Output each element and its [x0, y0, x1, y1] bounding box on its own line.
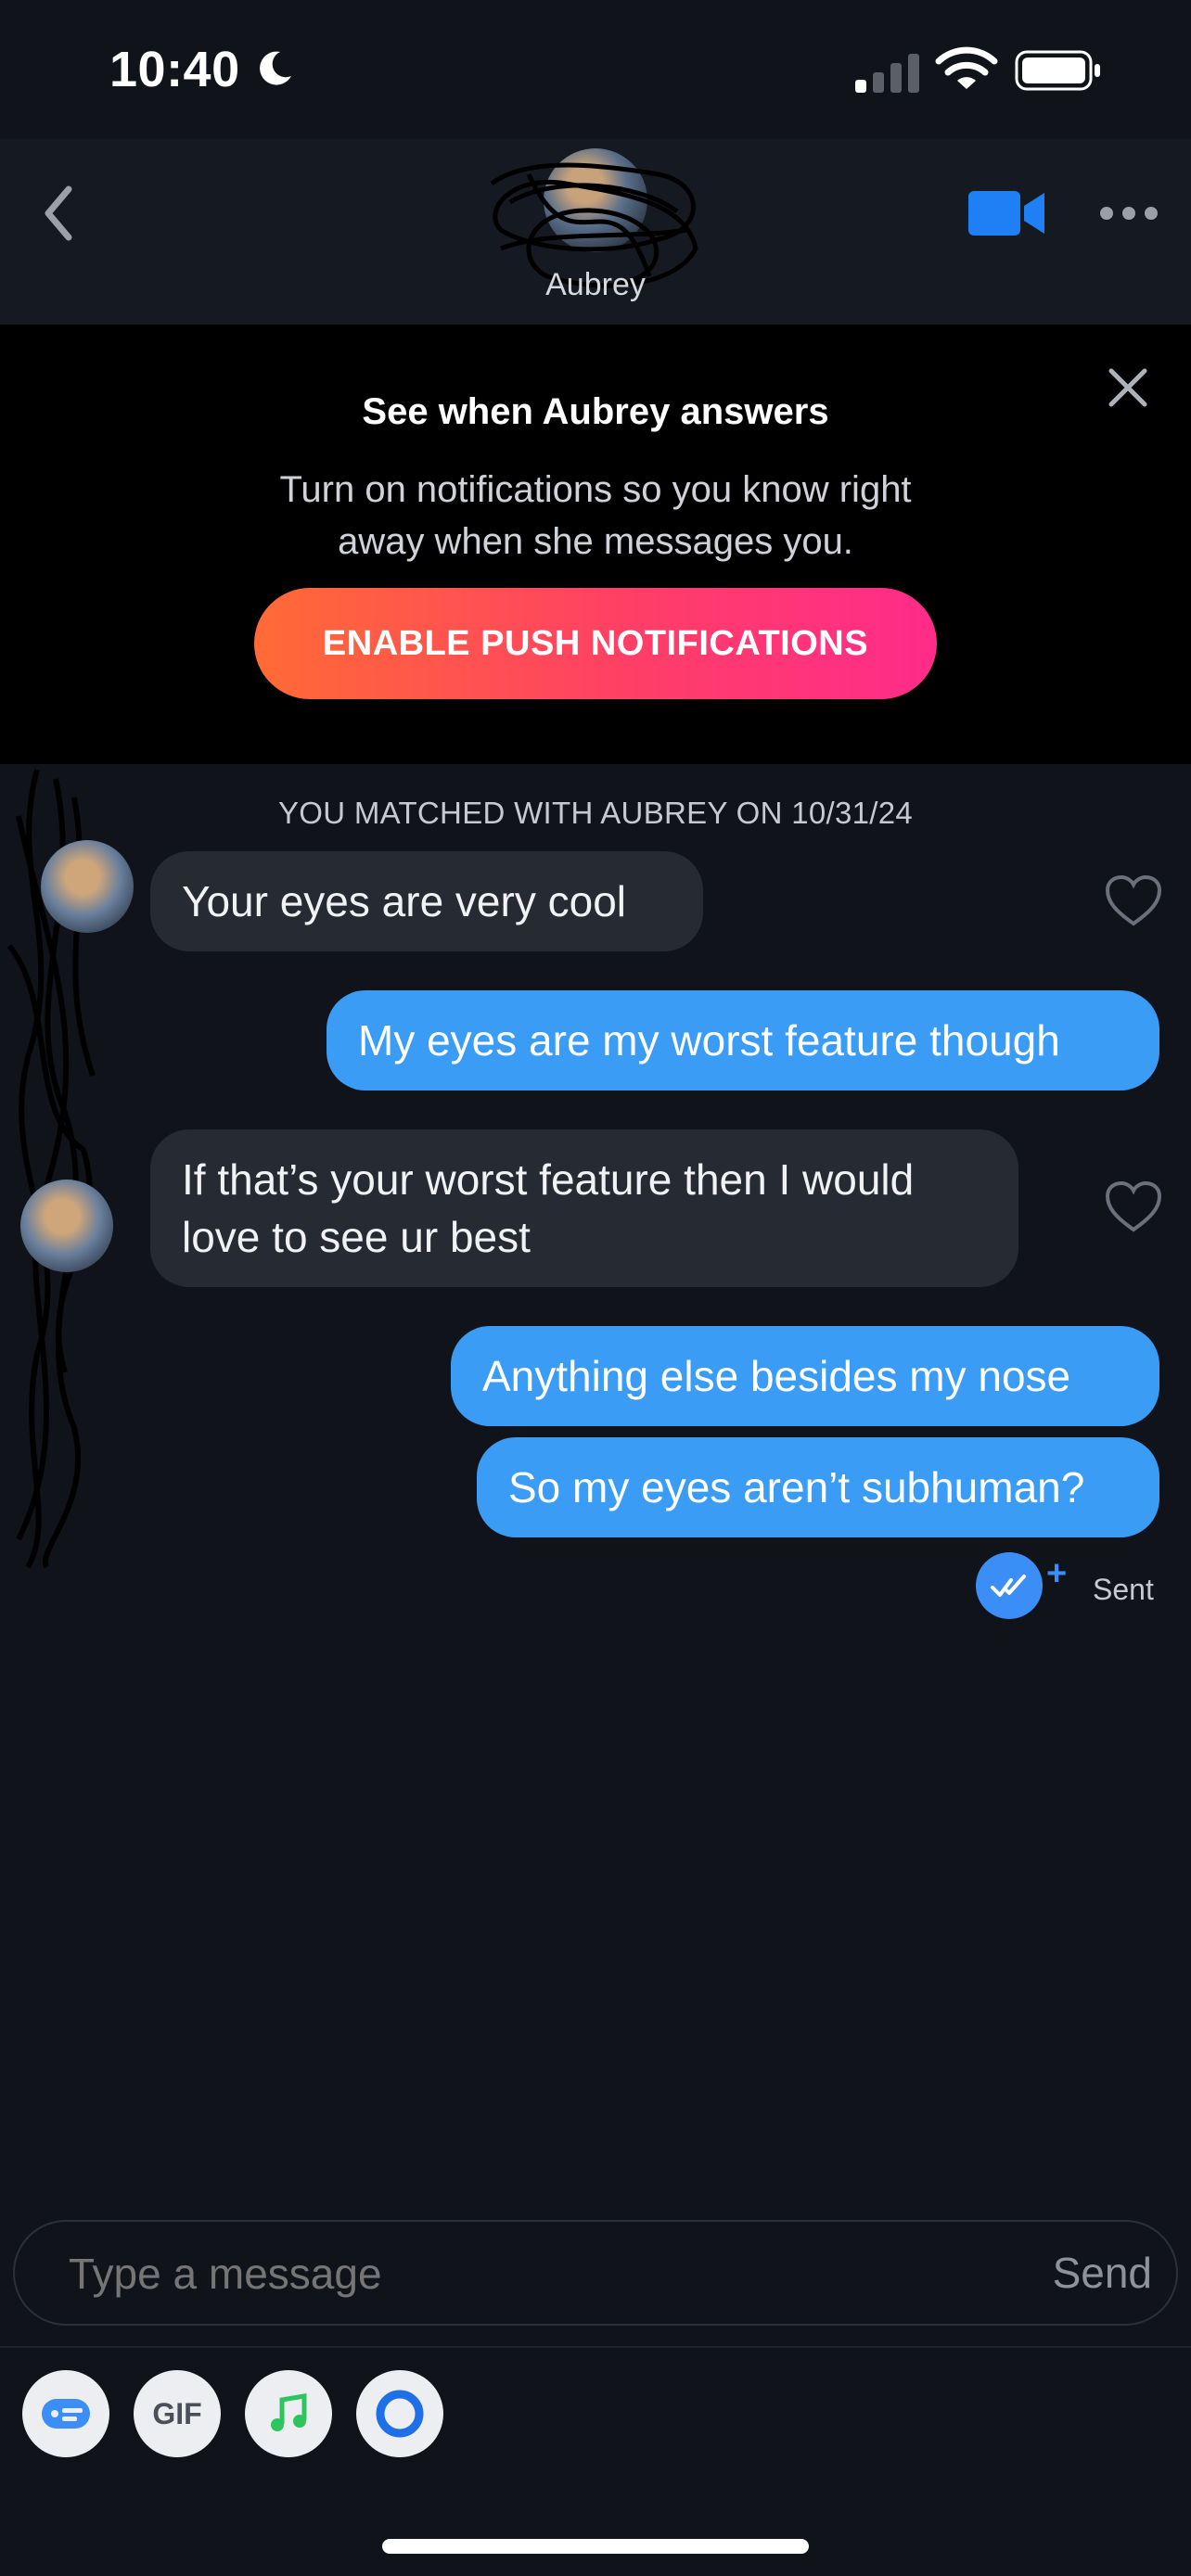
- gif-icon: GIF: [152, 2396, 202, 2430]
- moon-icon: [260, 51, 291, 85]
- video-call-icon[interactable]: [967, 187, 1046, 239]
- send-button[interactable]: Send: [1053, 2222, 1152, 2324]
- message-input[interactable]: [67, 2222, 905, 2326]
- notification-banner: See when Aubrey answers Turn on notifica…: [0, 325, 1191, 764]
- message-bubble-outgoing[interactable]: My eyes are my worst feature though: [327, 990, 1159, 1090]
- music-button[interactable]: [245, 2370, 332, 2457]
- ring-button[interactable]: [356, 2370, 443, 2457]
- match-avatar-small[interactable]: [41, 840, 134, 933]
- home-indicator: [382, 2539, 809, 2554]
- ring-icon: [376, 2390, 424, 2438]
- message-bubble-incoming[interactable]: If that’s your worst feature then I woul…: [150, 1129, 1018, 1287]
- more-options-icon[interactable]: [1098, 204, 1159, 223]
- message-bubble-outgoing[interactable]: So my eyes aren’t subhuman?: [477, 1437, 1159, 1537]
- gif-button[interactable]: GIF: [134, 2370, 221, 2457]
- banner-title: See when Aubrey answers: [362, 391, 829, 432]
- sent-status: Sent: [1093, 1573, 1154, 1606]
- heart-icon[interactable]: [1104, 1180, 1163, 1235]
- battery-icon: [1015, 50, 1100, 91]
- chat-header: Aubrey: [0, 139, 1191, 325]
- enable-push-notifications-button[interactable]: ENABLE PUSH NOTIFICATIONS: [254, 588, 937, 699]
- match-avatar-small[interactable]: [20, 1180, 113, 1272]
- message-composer: Send: [13, 2220, 1178, 2326]
- status-time: 10:40: [109, 42, 240, 97]
- match-name[interactable]: Aubrey: [0, 267, 1191, 303]
- sticker-icon: [42, 2399, 90, 2429]
- toolbar-divider: [0, 2346, 1191, 2348]
- double-check-icon: [991, 1575, 1026, 1597]
- read-receipt-icon: [976, 1552, 1043, 1619]
- receipt-plus: +: [1046, 1554, 1068, 1593]
- message-bubble-outgoing[interactable]: Anything else besides my nose: [451, 1326, 1159, 1426]
- wifi-icon: [935, 46, 998, 89]
- message-bubble-incoming[interactable]: Your eyes are very cool: [150, 851, 703, 951]
- sticker-button[interactable]: [22, 2370, 109, 2457]
- music-icon: [271, 2393, 307, 2431]
- back-chevron-icon[interactable]: [37, 176, 83, 250]
- status-bar: 10:40: [0, 0, 1191, 139]
- match-date-label: YOU MATCHED WITH AUBREY ON 10/31/24: [277, 796, 914, 830]
- signal-icon: [855, 54, 919, 93]
- banner-body: Turn on notifications so you know right …: [279, 469, 912, 562]
- heart-icon[interactable]: [1104, 874, 1163, 929]
